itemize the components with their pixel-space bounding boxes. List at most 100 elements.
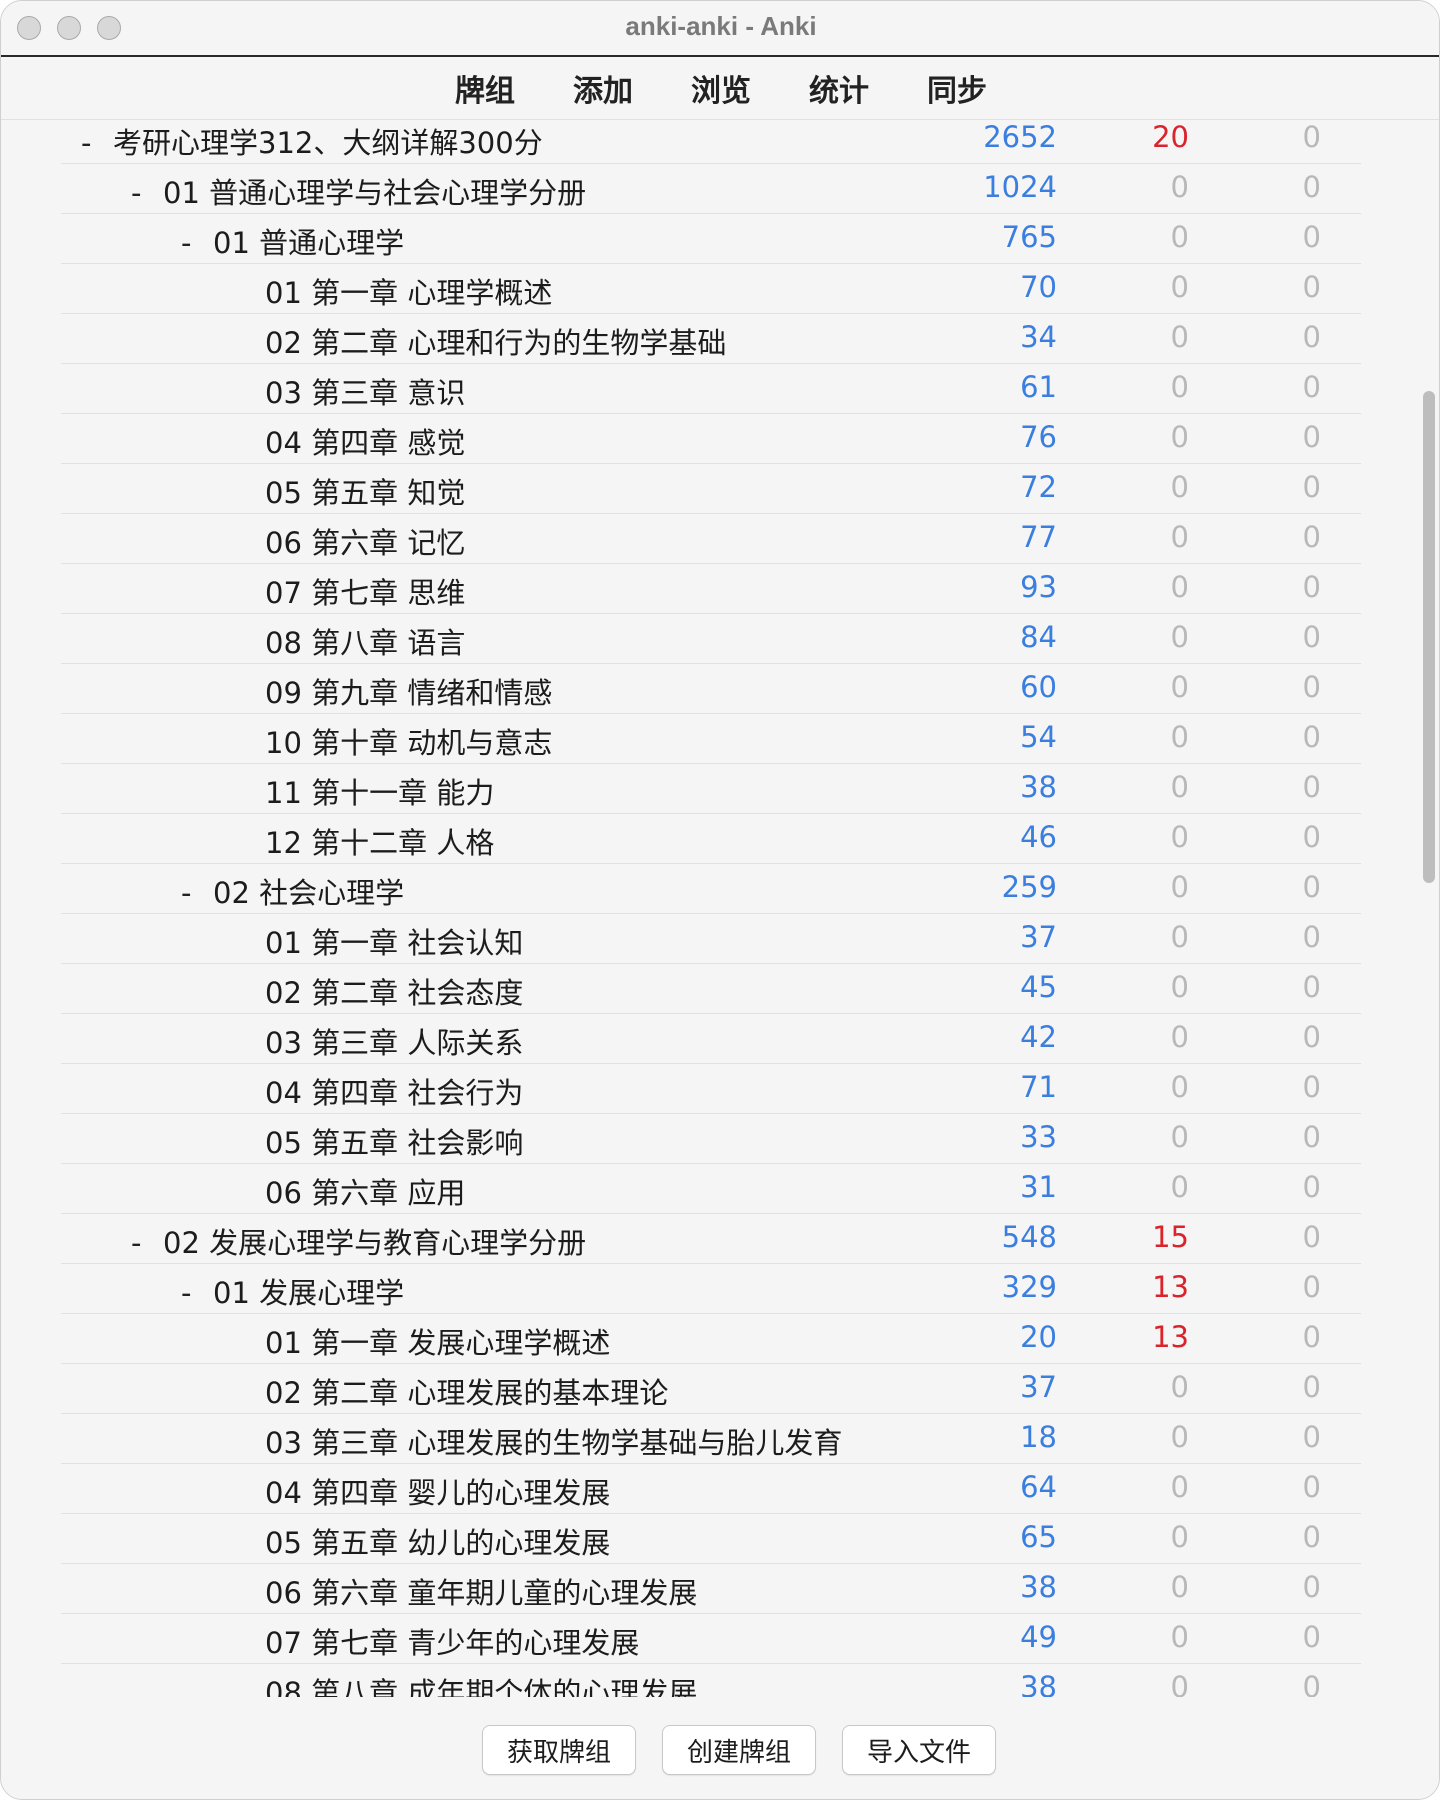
deck-name[interactable]: 04 第四章 感觉 bbox=[265, 420, 465, 462]
learn-count: 0 bbox=[1170, 1370, 1189, 1404]
deck-name[interactable]: -01 普通心理学 bbox=[181, 220, 404, 262]
deck-row[interactable]: - 考研心理学312、大纲详解300分 2652 20 0 bbox=[61, 114, 1361, 164]
deck-name[interactable]: 07 第七章 青少年的心理发展 bbox=[265, 1620, 639, 1662]
deck-name[interactable]: -01 普通心理学与社会心理学分册 bbox=[131, 170, 586, 212]
create-deck-button[interactable]: 创建牌组 bbox=[662, 1725, 816, 1775]
deck-row[interactable]: 02 第二章 社会态度 45 0 0 bbox=[61, 964, 1361, 1014]
deck-row[interactable]: 05 第五章 幼儿的心理发展 65 0 0 bbox=[61, 1514, 1361, 1564]
learn-count: 0 bbox=[1170, 820, 1189, 854]
deck-name[interactable]: 03 第三章 人际关系 bbox=[265, 1020, 523, 1062]
due-count: 0 bbox=[1302, 1470, 1321, 1504]
deck-name-label: 02 第二章 心理发展的基本理论 bbox=[265, 1376, 669, 1410]
due-count: 0 bbox=[1302, 1520, 1321, 1554]
deck-name[interactable]: 04 第四章 婴儿的心理发展 bbox=[265, 1470, 610, 1512]
deck-name[interactable]: 05 第五章 幼儿的心理发展 bbox=[265, 1520, 610, 1562]
toolbar-browse[interactable]: 浏览 bbox=[691, 66, 751, 110]
deck-row[interactable]: 05 第五章 知觉 72 0 0 bbox=[61, 464, 1361, 514]
deck-row[interactable]: 03 第三章 意识 61 0 0 bbox=[61, 364, 1361, 414]
deck-name[interactable]: 10 第十章 动机与意志 bbox=[265, 720, 552, 762]
deck-name[interactable]: 02 第二章 社会态度 bbox=[265, 970, 523, 1012]
deck-row[interactable]: 03 第三章 人际关系 42 0 0 bbox=[61, 1014, 1361, 1064]
deck-row[interactable]: 05 第五章 社会影响 33 0 0 bbox=[61, 1114, 1361, 1164]
deck-name[interactable]: 04 第四章 社会行为 bbox=[265, 1070, 523, 1112]
due-count: 0 bbox=[1302, 1420, 1321, 1454]
deck-row[interactable]: 01 第一章 社会认知 37 0 0 bbox=[61, 914, 1361, 964]
deck-row[interactable]: -02 社会心理学 259 0 0 bbox=[61, 864, 1361, 914]
deck-name[interactable]: 01 第一章 发展心理学概述 bbox=[265, 1320, 610, 1362]
deck-name-label: 01 普通心理学 bbox=[213, 226, 405, 260]
deck-row[interactable]: 02 第二章 心理发展的基本理论 37 0 0 bbox=[61, 1364, 1361, 1414]
due-count: 0 bbox=[1302, 1020, 1321, 1054]
deck-row[interactable]: -01 发展心理学 329 13 0 bbox=[61, 1264, 1361, 1314]
deck-name[interactable]: -01 发展心理学 bbox=[181, 1270, 404, 1312]
new-count: 42 bbox=[1020, 1020, 1057, 1054]
deck-name[interactable]: -02 发展心理学与教育心理学分册 bbox=[131, 1220, 586, 1262]
deck-name[interactable]: 03 第三章 意识 bbox=[265, 370, 465, 412]
deck-name[interactable]: - 考研心理学312、大纲详解300分 bbox=[81, 120, 543, 162]
deck-row[interactable]: 03 第三章 心理发展的生物学基础与胎儿发育 18 0 0 bbox=[61, 1414, 1361, 1464]
deck-row[interactable]: 11 第十一章 能力 38 0 0 bbox=[61, 764, 1361, 814]
toolbar-sync[interactable]: 同步 bbox=[927, 66, 987, 110]
toolbar-stats[interactable]: 统计 bbox=[809, 66, 869, 110]
deck-name-label: 02 发展心理学与教育心理学分册 bbox=[163, 1226, 587, 1260]
toolbar-add[interactable]: 添加 bbox=[573, 66, 633, 110]
deck-row[interactable]: 08 第八章 成年期个体的心理发展 38 0 0 bbox=[61, 1664, 1361, 1697]
deck-row[interactable]: -01 普通心理学与社会心理学分册 1024 0 0 bbox=[61, 164, 1361, 214]
deck-row[interactable]: 01 第一章 发展心理学概述 20 13 0 bbox=[61, 1314, 1361, 1364]
deck-row[interactable]: -02 发展心理学与教育心理学分册 548 15 0 bbox=[61, 1214, 1361, 1264]
collapse-toggle[interactable]: - bbox=[131, 176, 163, 210]
new-count: 65 bbox=[1020, 1520, 1057, 1554]
deck-name[interactable]: 01 第一章 社会认知 bbox=[265, 920, 523, 962]
learn-count: 0 bbox=[1170, 920, 1189, 954]
deck-name[interactable]: 05 第五章 知觉 bbox=[265, 470, 465, 512]
due-count: 0 bbox=[1302, 1170, 1321, 1204]
deck-name-label: 04 第四章 感觉 bbox=[265, 426, 466, 460]
deck-row[interactable]: 07 第七章 青少年的心理发展 49 0 0 bbox=[61, 1614, 1361, 1664]
deck-row[interactable]: 09 第九章 情绪和情感 60 0 0 bbox=[61, 664, 1361, 714]
deck-name[interactable]: 06 第六章 童年期儿童的心理发展 bbox=[265, 1570, 697, 1612]
deck-name[interactable]: 08 第八章 成年期个体的心理发展 bbox=[265, 1670, 697, 1697]
collapse-toggle[interactable]: - bbox=[131, 1226, 163, 1260]
deck-name[interactable]: 05 第五章 社会影响 bbox=[265, 1120, 523, 1162]
deck-row[interactable]: 06 第六章 童年期儿童的心理发展 38 0 0 bbox=[61, 1564, 1361, 1614]
learn-count: 0 bbox=[1170, 1520, 1189, 1554]
toolbar-decks[interactable]: 牌组 bbox=[455, 66, 515, 110]
due-count: 0 bbox=[1302, 1670, 1321, 1697]
collapse-toggle[interactable]: - bbox=[181, 226, 213, 260]
deck-row[interactable]: 06 第六章 记忆 77 0 0 bbox=[61, 514, 1361, 564]
deck-name[interactable]: 06 第六章 记忆 bbox=[265, 520, 465, 562]
deck-row[interactable]: 04 第四章 婴儿的心理发展 64 0 0 bbox=[61, 1464, 1361, 1514]
deck-list-scrollbar[interactable] bbox=[1423, 391, 1435, 883]
deck-name[interactable]: 03 第三章 心理发展的生物学基础与胎儿发育 bbox=[265, 1420, 842, 1462]
deck-name[interactable]: 01 第一章 心理学概述 bbox=[265, 270, 552, 312]
learn-count: 0 bbox=[1170, 970, 1189, 1004]
deck-row[interactable]: -01 普通心理学 765 0 0 bbox=[61, 214, 1361, 264]
deck-row[interactable]: 02 第二章 心理和行为的生物学基础 34 0 0 bbox=[61, 314, 1361, 364]
deck-name[interactable]: 07 第七章 思维 bbox=[265, 570, 465, 612]
deck-row[interactable]: 08 第八章 语言 84 0 0 bbox=[61, 614, 1361, 664]
learn-count: 0 bbox=[1170, 1120, 1189, 1154]
deck-name[interactable]: 02 第二章 心理发展的基本理论 bbox=[265, 1370, 668, 1412]
deck-row[interactable]: 10 第十章 动机与意志 54 0 0 bbox=[61, 714, 1361, 764]
deck-row[interactable]: 04 第四章 感觉 76 0 0 bbox=[61, 414, 1361, 464]
get-shared-decks-button[interactable]: 获取牌组 bbox=[482, 1725, 636, 1775]
deck-name[interactable]: 02 第二章 心理和行为的生物学基础 bbox=[265, 320, 726, 362]
deck-name[interactable]: 11 第十一章 能力 bbox=[265, 770, 494, 812]
learn-count: 0 bbox=[1170, 470, 1189, 504]
collapse-toggle[interactable]: - bbox=[181, 1276, 213, 1310]
deck-row[interactable]: 01 第一章 心理学概述 70 0 0 bbox=[61, 264, 1361, 314]
deck-name[interactable]: 09 第九章 情绪和情感 bbox=[265, 670, 552, 712]
deck-name[interactable]: 08 第八章 语言 bbox=[265, 620, 465, 662]
due-count: 0 bbox=[1302, 120, 1321, 154]
import-file-button[interactable]: 导入文件 bbox=[842, 1725, 996, 1775]
deck-row[interactable]: 04 第四章 社会行为 71 0 0 bbox=[61, 1064, 1361, 1114]
collapse-toggle[interactable]: - bbox=[181, 876, 213, 910]
deck-name[interactable]: 06 第六章 应用 bbox=[265, 1170, 465, 1212]
deck-row[interactable]: 07 第七章 思维 93 0 0 bbox=[61, 564, 1361, 614]
new-count: 46 bbox=[1020, 820, 1057, 854]
collapse-toggle[interactable]: - bbox=[81, 126, 113, 160]
deck-row[interactable]: 12 第十二章 人格 46 0 0 bbox=[61, 814, 1361, 864]
deck-name[interactable]: -02 社会心理学 bbox=[181, 870, 404, 912]
deck-row[interactable]: 06 第六章 应用 31 0 0 bbox=[61, 1164, 1361, 1214]
deck-name[interactable]: 12 第十二章 人格 bbox=[265, 820, 494, 862]
